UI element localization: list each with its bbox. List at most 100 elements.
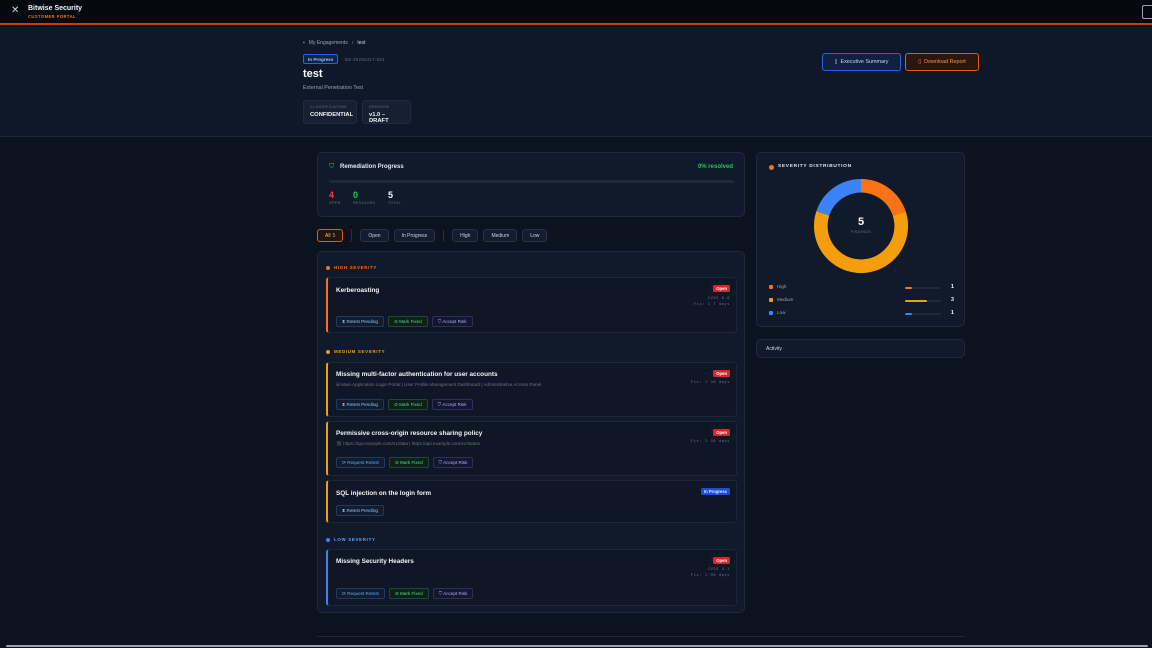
activity-title: Activity bbox=[766, 346, 782, 352]
section-high-label: HIGH SEVERITY bbox=[334, 265, 378, 270]
donut-total-label: FINDINGS bbox=[850, 230, 872, 234]
status-badge: Open bbox=[713, 370, 730, 377]
accept-risk-button[interactable]: ⛉ Accept Risk bbox=[431, 399, 473, 410]
retest-pending-button[interactable]: ⧗ Retest Pending bbox=[336, 316, 384, 327]
remediation-progress-card: ⛉ Remediation Progress 0% resolved 4 OPE… bbox=[317, 152, 745, 217]
mark-fixed-button[interactable]: ⊘ Mark Fixed bbox=[388, 588, 429, 599]
status-badge: Open bbox=[713, 285, 730, 292]
stat-open-value: 4 bbox=[329, 190, 335, 200]
footer-divider bbox=[317, 636, 965, 637]
legend-swatch bbox=[769, 285, 773, 289]
status-badge: In Progress bbox=[700, 488, 730, 495]
finding-actions: ⧗ Retest Pending ⊘ Mark Fixed ⛉ Accept R… bbox=[336, 316, 473, 327]
finding-card[interactable]: SQL injection on the login form In Progr… bbox=[326, 480, 737, 523]
section-high-severity: HIGH SEVERITY bbox=[326, 265, 377, 270]
section-low-label: LOW SEVERITY bbox=[334, 537, 376, 542]
fix-deadline: Fix: 1 90 days bbox=[690, 572, 730, 577]
high-dot-icon bbox=[326, 265, 330, 270]
finding-title[interactable]: Missing Security Headers bbox=[336, 558, 414, 565]
finding-card[interactable]: Missing multi-factor authentication for … bbox=[326, 362, 737, 417]
assets-text: https://api.example.com/v1/data | https:… bbox=[343, 441, 480, 446]
finding-card[interactable]: Kerberoasting Open CVSS 8.0 Fix: 1 7 day… bbox=[326, 277, 737, 333]
legend-swatch bbox=[769, 298, 773, 302]
legend-count: 3 bbox=[950, 296, 954, 303]
legend-bar bbox=[905, 299, 941, 302]
stat-open: 4 OPEN bbox=[329, 190, 341, 205]
legend-bar bbox=[905, 312, 941, 315]
legend-name: High bbox=[777, 284, 787, 289]
request-retest-button[interactable]: ⟳ Request Retest bbox=[336, 588, 385, 599]
status-badge: Open bbox=[713, 429, 730, 436]
request-retest-button[interactable]: ⟳ Request Retest bbox=[336, 457, 385, 468]
brand-subtitle: CUSTOMER PORTAL bbox=[28, 14, 76, 19]
finding-title[interactable]: Permissive cross-origin resource sharing… bbox=[336, 430, 482, 437]
action-label: Mark Fixed bbox=[399, 402, 422, 407]
legend-name: Low bbox=[777, 310, 786, 315]
legend-bar-fill bbox=[905, 286, 913, 289]
section-medium-severity: MEDIUM SEVERITY bbox=[326, 349, 385, 354]
status-badge: Open bbox=[713, 557, 730, 564]
filter-in-progress[interactable]: In Progress bbox=[393, 229, 436, 242]
filter-all-count: 5 bbox=[332, 233, 336, 239]
progress-title: Remediation Progress bbox=[340, 164, 404, 170]
brand-name: Bitwise Security bbox=[28, 5, 83, 12]
filter-open[interactable]: Open bbox=[360, 229, 389, 242]
action-label: Accept Risk bbox=[443, 591, 468, 596]
accept-risk-button[interactable]: ⛉ Accept Risk bbox=[432, 588, 474, 599]
stat-total: 5 TOTAL bbox=[388, 190, 401, 205]
download-report-label: Download Report bbox=[924, 59, 966, 65]
download-report-button[interactable]: ▯ Download Report bbox=[905, 53, 979, 71]
home-icon: ▪ bbox=[303, 40, 305, 46]
filter-all[interactable]: All 5 bbox=[317, 229, 344, 242]
horizontal-scrollbar[interactable] bbox=[6, 645, 1148, 647]
accept-risk-button[interactable]: ⛉ Accept Risk bbox=[432, 457, 474, 468]
finding-card[interactable]: Missing Security Headers Open CVSS 4.3 F… bbox=[326, 549, 737, 606]
fix-deadline: Fix: 1 30 days bbox=[690, 438, 730, 443]
filter-high[interactable]: High bbox=[452, 229, 479, 242]
filter-medium[interactable]: Medium bbox=[483, 229, 518, 242]
legend-bar bbox=[905, 286, 941, 289]
legend-count: 1 bbox=[950, 309, 954, 316]
menu-toggle-button[interactable] bbox=[1142, 5, 1152, 19]
breadcrumb-current: test bbox=[357, 40, 366, 46]
legend-row-high: High 1 bbox=[769, 284, 954, 292]
classification-value: CONFIDENTIAL bbox=[310, 112, 354, 118]
legend-row-low: Low 1 bbox=[769, 310, 954, 318]
mark-fixed-button[interactable]: ⊘ Mark Fixed bbox=[387, 399, 428, 410]
mark-fixed-button[interactable]: ⊘ Mark Fixed bbox=[388, 457, 429, 468]
bitwise-logo-icon: ✕ bbox=[11, 5, 20, 16]
accept-risk-button[interactable]: ⛉ Accept Risk bbox=[431, 316, 473, 327]
download-icon: ▯ bbox=[918, 59, 922, 65]
executive-summary-button[interactable]: ▯ Executive Summary bbox=[822, 53, 901, 71]
stat-open-label: OPEN bbox=[329, 201, 341, 205]
mark-fixed-button[interactable]: ⊘ Mark Fixed bbox=[387, 316, 428, 327]
donut-total: 5 bbox=[857, 216, 865, 228]
legend-bar-fill bbox=[905, 312, 913, 315]
version-box: VERSION v1.0 – DRAFT bbox=[362, 100, 411, 124]
filter-all-label: All bbox=[325, 233, 331, 239]
shield-icon: ⛉ bbox=[329, 163, 335, 170]
finding-assets: ⛁ Main Application Login Portal | User P… bbox=[336, 382, 542, 387]
action-label: Accept Risk bbox=[442, 402, 467, 407]
finding-meta: Fix: 1 30 days bbox=[691, 379, 730, 385]
version-label: VERSION bbox=[369, 105, 389, 109]
finding-card[interactable]: Permissive cross-origin resource sharing… bbox=[326, 421, 737, 476]
stat-resolved: 0 RESOLVED bbox=[353, 190, 376, 205]
finding-meta: Fix: 1 30 days bbox=[691, 438, 730, 444]
retest-pending-button[interactable]: ⧗ Retest Pending bbox=[336, 505, 384, 516]
action-label: Mark Fixed bbox=[399, 319, 422, 324]
engagement-status-badge: In Progress bbox=[303, 54, 339, 64]
action-label: Request Retest bbox=[347, 591, 379, 596]
fix-deadline: Fix: 1 7 days bbox=[693, 301, 730, 306]
activity-card[interactable]: Activity bbox=[756, 339, 965, 358]
finding-title[interactable]: Missing multi-factor authentication for … bbox=[336, 371, 498, 378]
breadcrumb-root-link[interactable]: My Engagements bbox=[309, 40, 348, 46]
finding-title[interactable]: Kerberoasting bbox=[336, 287, 379, 294]
filter-low[interactable]: Low bbox=[522, 229, 548, 242]
retest-pending-button[interactable]: ⧗ Retest Pending bbox=[336, 399, 384, 410]
breadcrumb-separator: › bbox=[351, 40, 354, 46]
finding-actions: ⧗ Retest Pending ⊘ Mark Fixed ⛉ Accept R… bbox=[336, 399, 473, 410]
version-value: v1.0 – DRAFT bbox=[369, 112, 389, 124]
finding-title[interactable]: SQL injection on the login form bbox=[336, 490, 431, 497]
action-label: Retest Pending bbox=[346, 508, 378, 513]
